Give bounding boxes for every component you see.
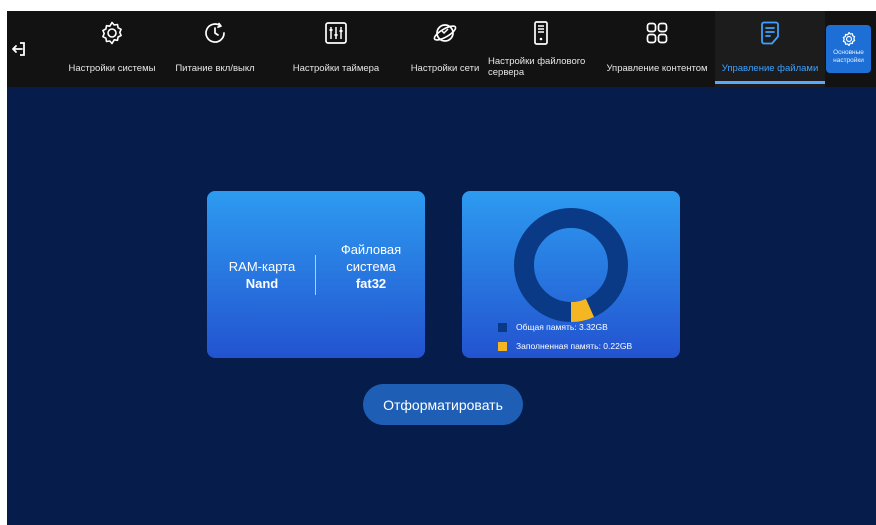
exit-arrow-icon (12, 42, 25, 56)
total-memory-label: Общая память: 3.32GB (516, 322, 608, 332)
storage-card-column: RAM-карта Nand (225, 258, 299, 292)
basic-settings-label: Основные настройки (833, 49, 864, 64)
active-tab-indicator (715, 81, 825, 84)
ram-card-label: RAM-карта (228, 259, 296, 274)
content-grid-icon (646, 22, 668, 44)
memory-usage-card: Общая память: 3.32GB Заполненная память:… (462, 191, 680, 358)
top-navigation-bar: Настройки системы Питание вкл/выкл Настр… (7, 11, 876, 87)
tab-label: Управление файлами (721, 63, 819, 74)
file-system-column: Файловая система fat32 (331, 241, 411, 292)
tab-label: Питание вкл/выкл (175, 63, 255, 74)
divider (315, 255, 316, 295)
tab-label: Управление контентом (606, 63, 708, 74)
used-memory-label: Заполненная память: 0.22GB (516, 341, 633, 351)
legend-used: Заполненная память: 0.22GB (498, 340, 632, 352)
donut-used-segment (570, 298, 595, 322)
gear-icon (842, 31, 855, 47)
tab-file-management[interactable]: Управление файлами (715, 11, 825, 87)
tab-network-settings[interactable]: Настройки сети (409, 11, 481, 87)
gear-icon (102, 21, 122, 45)
legend-total: Общая память: 3.32GB (498, 321, 608, 333)
ram-card-value: Nand (245, 276, 279, 291)
file-management-screen: Настройки системы Питание вкл/выкл Настр… (7, 11, 876, 525)
tab-timer-settings[interactable]: Настройки таймера (283, 11, 389, 87)
basic-settings-button[interactable]: Основные настройки (826, 25, 871, 73)
tab-file-server-settings[interactable]: Настройки файлового сервера (484, 11, 597, 87)
tab-label: Настройки сети (410, 63, 480, 74)
tab-label: Настройки системы (68, 63, 156, 74)
donut-total-ring (514, 208, 628, 322)
memory-donut-chart (514, 208, 628, 322)
tab-label: Настройки файлового сервера (488, 56, 586, 78)
power-timer-icon (205, 22, 225, 43)
file-manage-icon (761, 21, 779, 45)
network-globe-icon (433, 24, 457, 42)
legend-total-swatch (498, 322, 507, 332)
back-button[interactable] (7, 11, 31, 87)
format-button[interactable]: Отформатировать (363, 384, 523, 425)
legend-used-swatch (498, 341, 507, 351)
storage-info-card: RAM-карта Nand Файловая система fat32 (207, 191, 425, 358)
file-server-icon (533, 21, 548, 45)
sliders-icon (325, 22, 347, 44)
file-system-value: fat32 (355, 276, 387, 291)
file-system-label: Файловая система (340, 242, 402, 274)
tab-system-settings[interactable]: Настройки системы (61, 11, 163, 87)
tab-label: Настройки таймера (292, 63, 380, 74)
tab-content-management[interactable]: Управление контентом (601, 11, 713, 87)
tab-power-on-off[interactable]: Питание вкл/выкл (167, 11, 263, 87)
